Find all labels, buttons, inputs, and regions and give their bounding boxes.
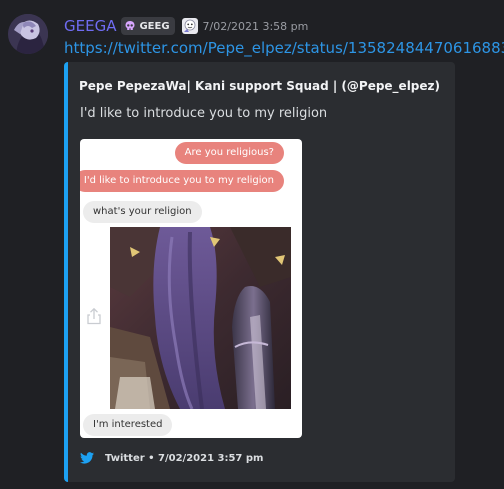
tweet-link[interactable]: https://twitter.com/Pepe_elpez/status/13… bbox=[64, 39, 504, 57]
chat-message: GEEGA GEEG 7/02/2021 3:58 pm https://twi… bbox=[0, 0, 504, 489]
chat-bubble-religious: Are you religious? bbox=[174, 142, 284, 164]
embed-author[interactable]: Pepe PepezaWa| Kani support Squad | (@Pe… bbox=[64, 79, 455, 93]
username[interactable]: GEEGA bbox=[64, 17, 116, 35]
embed-image[interactable]: Are you religious? I'd like to introduce… bbox=[80, 139, 302, 438]
sticker-icon bbox=[181, 18, 198, 34]
message-timestamp: 7/02/2021 3:58 pm bbox=[202, 19, 309, 33]
chat-bubble-introduce: I'd like to introduce you to my religion bbox=[80, 170, 284, 192]
server-tag-badge[interactable]: GEEG bbox=[121, 17, 175, 35]
twitter-embed: Pepe PepezaWa| Kani support Squad | (@Pe… bbox=[64, 62, 455, 482]
chat-bubble-interested: I'm interested bbox=[83, 414, 173, 436]
skull-icon bbox=[125, 21, 135, 30]
embed-accent-bar bbox=[64, 62, 68, 482]
server-tag-label: GEEG bbox=[139, 20, 170, 32]
embed-footer: Twitter • 7/02/2021 3:57 pm bbox=[80, 450, 263, 466]
chat-bubble-whats-religion: what's your religion bbox=[83, 201, 202, 223]
twitter-icon bbox=[80, 452, 94, 464]
avatar[interactable] bbox=[8, 14, 48, 54]
share-icon bbox=[87, 307, 101, 325]
embed-footer-text: Twitter • 7/02/2021 3:57 pm bbox=[105, 452, 264, 464]
religion-photo bbox=[110, 227, 291, 409]
embed-description: I'd like to introduce you to my religion bbox=[80, 106, 328, 121]
message-header: GEEGA GEEG 7/02/2021 3:58 pm bbox=[64, 15, 308, 37]
